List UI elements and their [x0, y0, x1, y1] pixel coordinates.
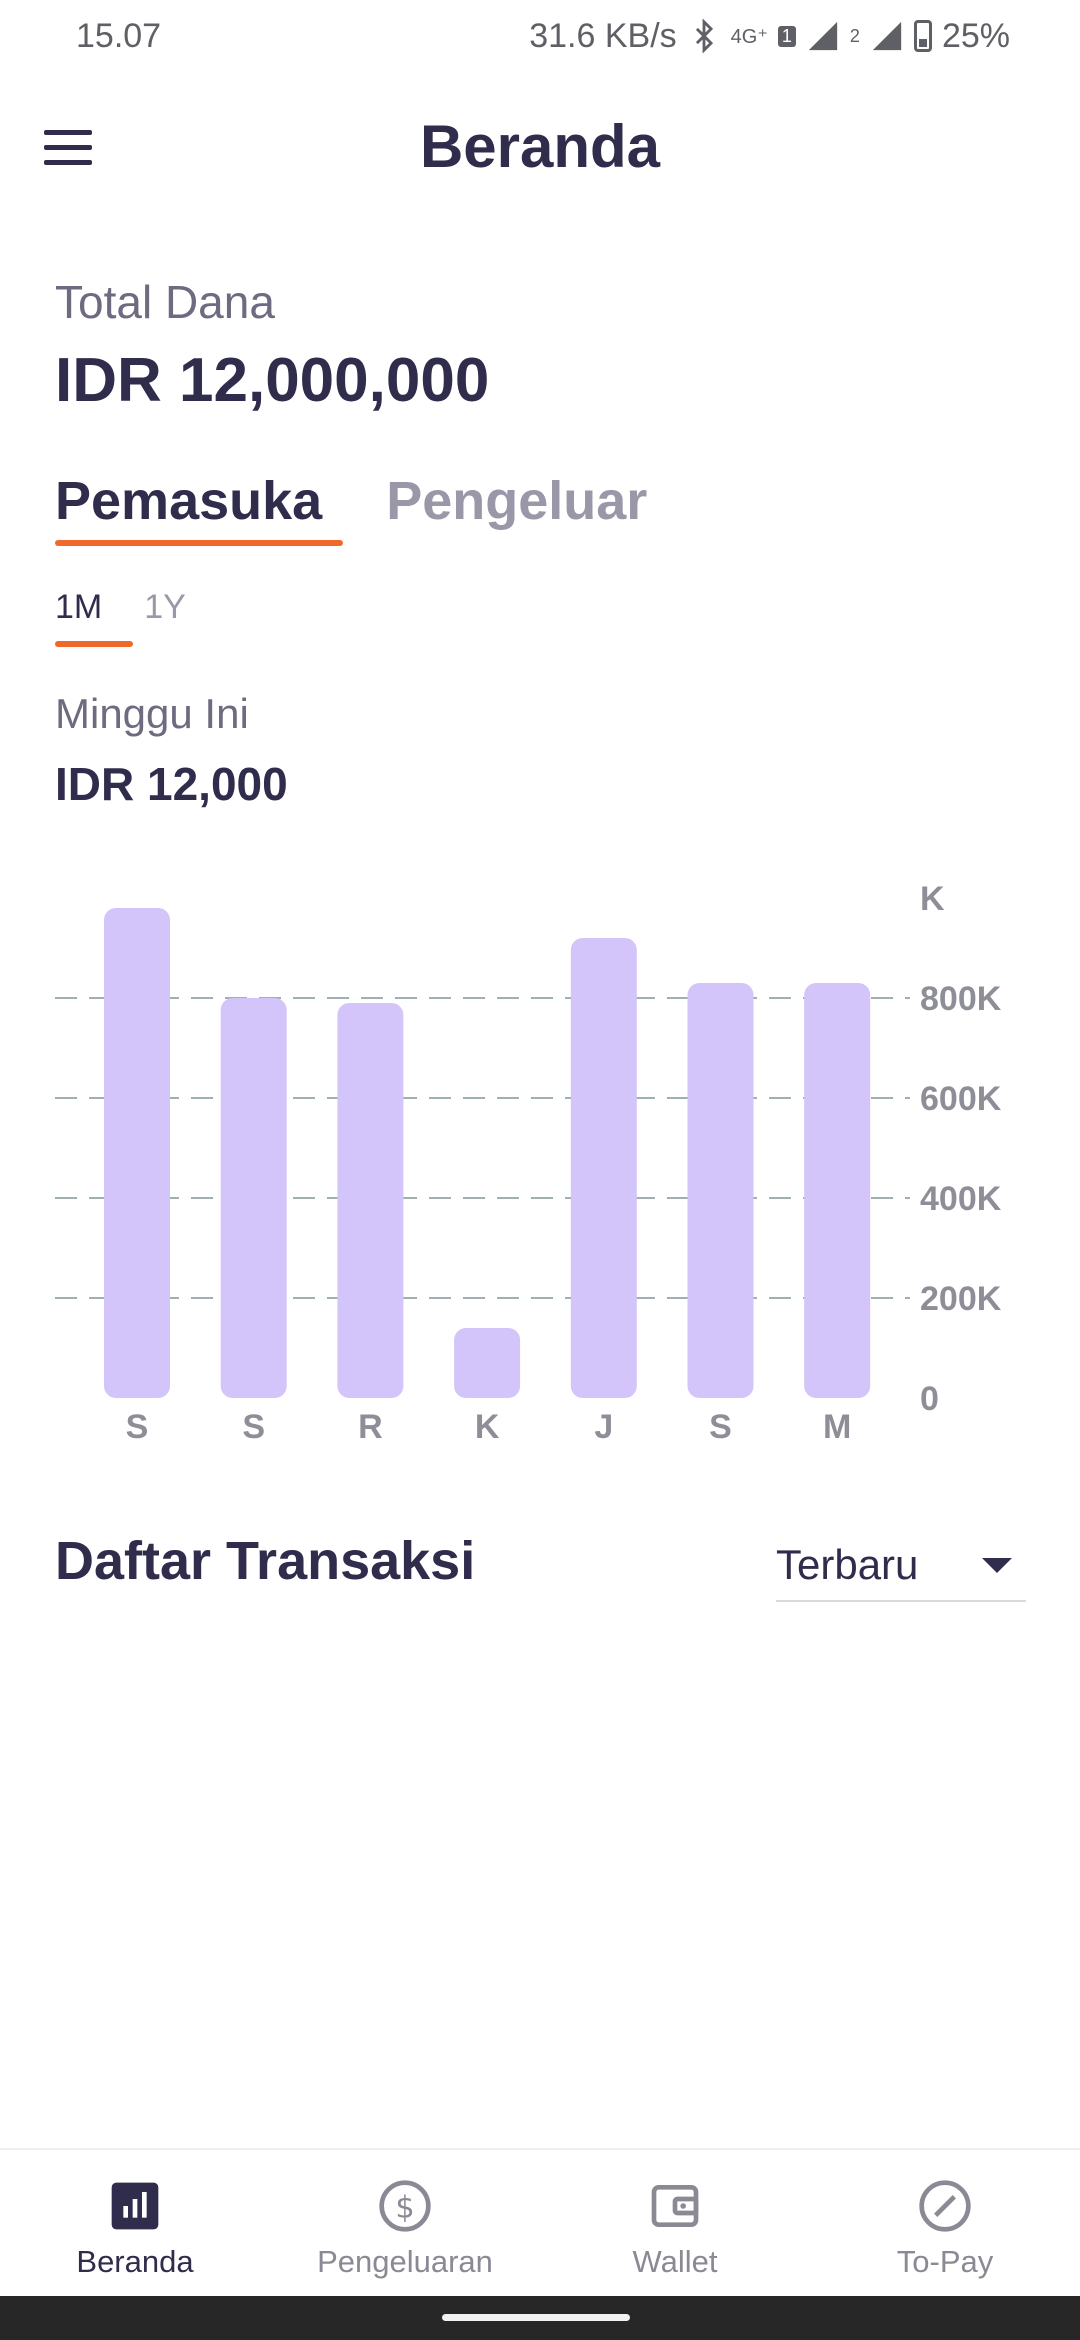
- total-label: Total Dana: [55, 276, 275, 328]
- x-tick-label: S: [709, 1408, 732, 1446]
- network-speed: 31.6 KB/s: [529, 16, 677, 55]
- chart-bar[interactable]: [220, 998, 287, 1398]
- signal-icon-2: [872, 21, 902, 51]
- home-gesture-handle[interactable]: [442, 2314, 630, 2321]
- battery-level: 25%: [941, 16, 1010, 55]
- transactions-title: Daftar Transaksi: [55, 1531, 476, 1591]
- chart-bar[interactable]: [570, 938, 637, 1398]
- range-tabs: 1M 1Y: [55, 588, 186, 647]
- app-bar: Beranda: [0, 72, 1080, 232]
- tab-pemasukan[interactable]: Pemasuka: [55, 470, 344, 546]
- nav-label-wallet: Wallet: [632, 2244, 718, 2279]
- page-title: Beranda: [419, 113, 661, 180]
- nav-item-wallet[interactable]: Wallet: [540, 2150, 810, 2296]
- battery-icon: [913, 20, 932, 52]
- chart-bar[interactable]: [104, 908, 170, 1398]
- period-value: IDR 12,000: [55, 758, 288, 810]
- sim2-badge: 2: [849, 25, 860, 46]
- caret-down-icon: [982, 1557, 1012, 1573]
- y-tick-label: 800K: [920, 980, 1002, 1018]
- chart-bar[interactable]: [687, 983, 754, 1398]
- network-type: 4G⁺: [730, 25, 768, 48]
- chart-bar[interactable]: [804, 983, 871, 1398]
- status-bar: 15.07 31.6 KB/s 4G⁺ 1 2 25%: [0, 0, 1080, 72]
- nav-item-to-pay[interactable]: To-Pay: [810, 2150, 1080, 2296]
- type-tabs: Pemasuka Pengeluar: [55, 470, 647, 546]
- svg-text:$: $: [395, 2191, 414, 2226]
- x-tick-label: K: [475, 1408, 500, 1446]
- signal-icon: [808, 21, 838, 51]
- bar-chart-icon: [111, 2182, 159, 2230]
- x-tick-label: R: [358, 1408, 383, 1446]
- status-time: 15.07: [76, 16, 162, 55]
- system-nav-bar: [0, 2296, 1080, 2340]
- compass-pen-icon: [919, 2180, 971, 2232]
- bottom-nav: Beranda $ Pengeluaran Wallet To-Pay: [0, 2148, 1080, 2296]
- chart-bar[interactable]: [454, 1328, 521, 1398]
- sort-selected-value: Terbaru: [776, 1541, 919, 1588]
- y-tick-label: K: [920, 880, 945, 918]
- period-label: Minggu Ini: [55, 690, 249, 737]
- income-bar-chart: 0 200K 400K 600K 800K K S S R K J S M: [55, 880, 1002, 1446]
- status-icons: 31.6 KB/s 4G⁺ 1 2 25%: [529, 17, 1010, 56]
- x-tick-label: S: [242, 1408, 265, 1446]
- nav-item-pengeluaran[interactable]: $ Pengeluaran: [270, 2150, 540, 2296]
- nav-label-to-pay: To-Pay: [896, 2244, 994, 2279]
- y-tick-label: 600K: [920, 1080, 1002, 1118]
- nav-label-pengeluaran: Pengeluaran: [317, 2244, 493, 2279]
- range-tab-1m[interactable]: 1M: [55, 588, 134, 647]
- sort-dropdown[interactable]: Terbaru: [776, 1530, 1026, 1602]
- x-tick-label: M: [823, 1408, 851, 1446]
- y-tick-label: 200K: [920, 1280, 1002, 1318]
- chart-bar[interactable]: [337, 1003, 404, 1398]
- bluetooth-icon: [695, 19, 713, 53]
- x-tick-label: J: [594, 1408, 613, 1446]
- wallet-icon: [651, 2185, 699, 2227]
- x-tick-label: S: [126, 1408, 149, 1446]
- tab-pengeluaran[interactable]: Pengeluar: [386, 470, 647, 546]
- total-value: IDR 12,000,000: [55, 346, 490, 415]
- sim1-badge: 1: [777, 25, 796, 47]
- y-tick-label: 400K: [920, 1180, 1002, 1218]
- y-tick-label: 0: [920, 1380, 939, 1418]
- dollar-circle-icon: $: [379, 2180, 431, 2232]
- nav-label-beranda: Beranda: [76, 2244, 194, 2279]
- range-tab-1y[interactable]: 1Y: [144, 588, 186, 647]
- nav-item-beranda[interactable]: Beranda: [0, 2150, 270, 2296]
